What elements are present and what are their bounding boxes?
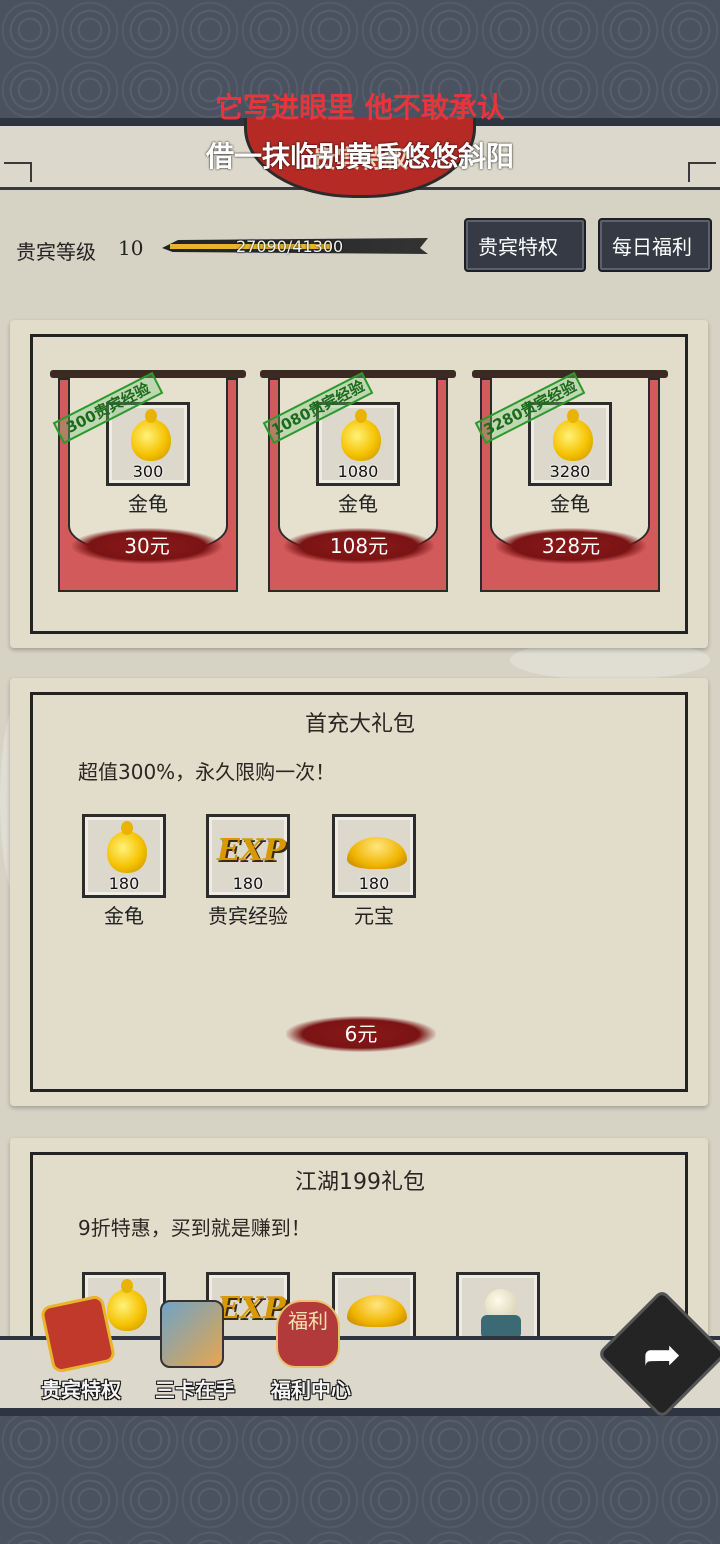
gold-gourd-icon: [107, 821, 147, 873]
vip-badge-icon: [39, 1294, 117, 1374]
gold-gourd-icon: [131, 409, 171, 461]
item-name: 金龟: [128, 492, 168, 516]
item-count: 180: [108, 874, 140, 893]
nav-three-cards[interactable]: 三卡在手: [140, 1290, 250, 1402]
first-pack-price-button[interactable]: 6元: [286, 1016, 436, 1052]
item-name: 元宝: [354, 904, 394, 928]
nav-welfare-center[interactable]: 福利 福利中心: [256, 1290, 366, 1402]
item-slot[interactable]: 180: [82, 814, 166, 898]
item-name: 金龟: [104, 904, 144, 928]
vip-level-label: 贵宾等级: [16, 240, 96, 264]
price-button[interactable]: 328元: [496, 528, 646, 564]
lyric-overlay-line-1: 它写进眼里 他不敢承认: [215, 91, 505, 124]
item-count: 300: [132, 462, 164, 481]
vip-level-value: 10: [118, 236, 144, 260]
return-arrow-icon: ➦: [642, 1327, 682, 1381]
item-name: 贵宾经验: [208, 904, 288, 928]
gold-gourd-icon: [553, 409, 593, 461]
gold-ingot-icon: [347, 837, 407, 869]
vip-privilege-button[interactable]: 贵宾特权: [464, 218, 586, 272]
welfare-bag-icon: 福利: [276, 1300, 340, 1368]
item-count: 180: [358, 874, 390, 893]
item-slot[interactable]: 180: [332, 814, 416, 898]
bottom-pattern-background: [0, 1410, 720, 1544]
jianghu-pack-title: 江湖199礼包: [295, 1170, 425, 1195]
lyric-overlay-line-2: 借一抹临别黄昏悠悠斜阳: [205, 140, 514, 173]
item-slot[interactable]: EXP 180: [206, 814, 290, 898]
nav-label: 福利中心: [271, 1378, 351, 1402]
item-count: 180: [232, 874, 264, 893]
gold-gourd-icon: [341, 409, 381, 461]
first-pack-description: 超值300%，永久限购一次！: [78, 760, 336, 784]
price-button[interactable]: 30元: [72, 528, 222, 564]
item-count: 1080: [337, 462, 379, 481]
item-name: 金龟: [338, 492, 378, 516]
nav-label: 三卡在手: [155, 1378, 235, 1402]
exp-icon: EXP: [217, 833, 286, 868]
nav-label: 贵宾特权: [41, 1378, 121, 1402]
jianghu-pack-description: 9折特惠，买到就是赚到！: [78, 1216, 311, 1240]
item-count: 3280: [549, 462, 591, 481]
daily-welfare-button[interactable]: 每日福利: [598, 218, 712, 272]
first-pack-title: 首充大礼包: [304, 712, 415, 737]
price-button[interactable]: 108元: [284, 528, 434, 564]
item-name: 金龟: [550, 492, 590, 516]
vip-progress-text: 27090/41300: [236, 237, 344, 256]
nav-vip-privilege[interactable]: 贵宾特权: [26, 1290, 136, 1402]
cards-icon: [160, 1300, 224, 1368]
crystal-orb-icon: [481, 1289, 521, 1341]
